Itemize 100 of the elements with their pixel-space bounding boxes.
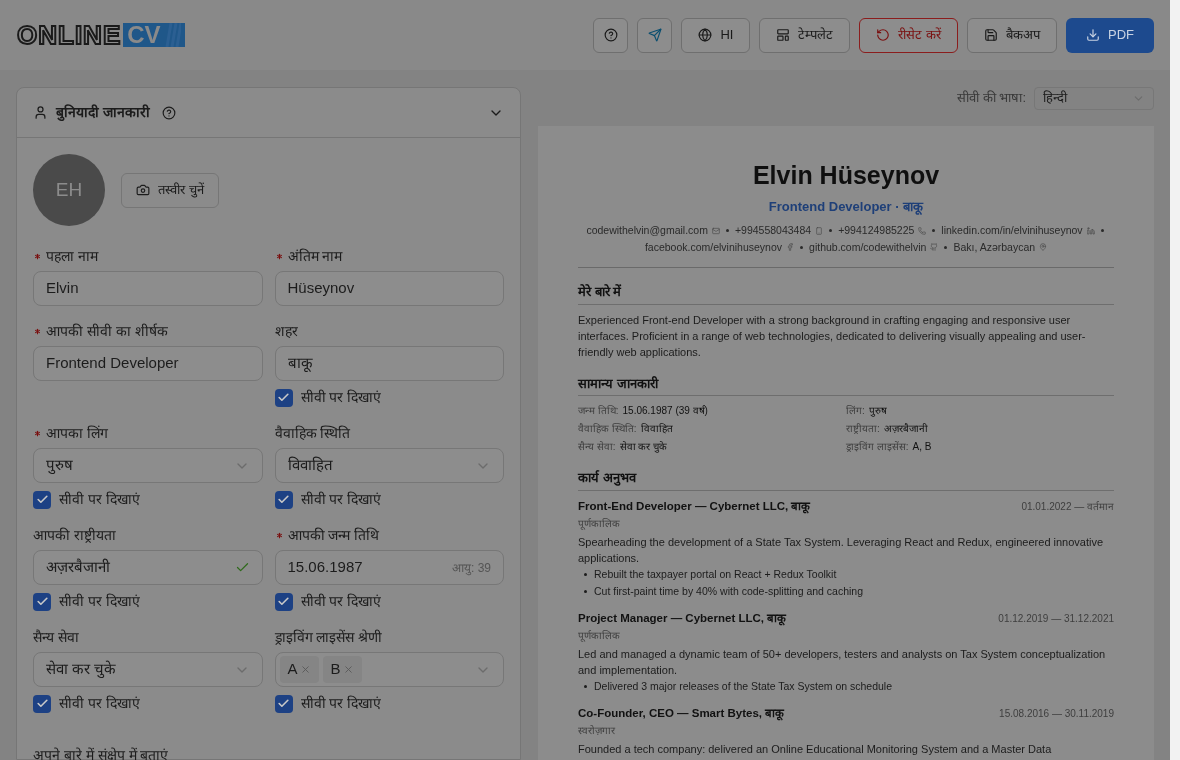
select-field[interactable]: विवाहित (274, 448, 504, 483)
section-heading: मेरे बारे में (578, 282, 1114, 305)
field-label: आपकी सीवी का शीर्षक (46, 321, 168, 341)
field-label: वैवाहिक स्थिति (274, 423, 351, 443)
contact-link[interactable]: github.com/codewithelvin (809, 239, 927, 256)
checkbox-label: सीवी पर दिखाएं (300, 694, 382, 713)
toolbar-button[interactable]: टेम्पलेट (759, 17, 851, 53)
contact-link[interactable]: +994124985225 (838, 222, 915, 239)
info-label: लिंग: (846, 404, 865, 419)
checkbox[interactable] (33, 694, 51, 713)
info-label: सैन्य सेवा: (578, 440, 616, 455)
section-title: बुनियादी जानकारी (56, 103, 150, 123)
checkbox[interactable] (274, 490, 293, 509)
job-bullet: Cut first-paint time by 40% with code-splitting and caching (594, 583, 864, 599)
info-value: विवाहित (640, 422, 673, 437)
linkedin-icon (1086, 226, 1095, 235)
cv-headline: Frontend Developer · बाकू (767, 198, 925, 217)
logo-mark: CV (123, 23, 185, 47)
language-label: सीवी की भाषा: (957, 89, 1026, 108)
checkmark-icon (277, 697, 290, 710)
job-title: Front-End Developer — Cybernet LLC, बाकू (578, 498, 811, 515)
cv-name: Elvin Hüseynov (751, 160, 941, 191)
job-bullet: Rebuilt the taxpayer portal on React + Redux Toolkit (594, 567, 837, 582)
job-type: पूर्णकालिक (578, 628, 621, 643)
section-header[interactable]: बुनियादी जानकारी (17, 88, 520, 138)
tag[interactable]: B (322, 656, 362, 683)
info-label: ड्राइविंग लाइसेंस: (846, 440, 909, 455)
job-dates: 01.01.2022 — वर्तमान (1021, 499, 1114, 514)
field-label: आपकी राष्ट्रीयता (33, 525, 116, 545)
checkbox-label: सीवी पर दिखाएं (300, 490, 382, 509)
select-field[interactable]: अज़रबैजानी (33, 550, 263, 585)
section-heading: सामान्य जानकारी (578, 373, 1114, 397)
choose-photo-button[interactable]: तस्वीर चुनें (121, 172, 219, 208)
checkmark-icon (35, 595, 49, 608)
help-icon[interactable] (161, 105, 176, 120)
select-field[interactable]: सेवा कर चुके (33, 652, 263, 687)
info-value: A, B (912, 440, 932, 455)
multi-select-field[interactable]: A B (274, 652, 504, 687)
field-label: पहला नाम (46, 246, 98, 266)
job-dates: 15.08.2016 — 30.11.2019 (999, 706, 1114, 721)
select-field[interactable]: पुरुष (33, 448, 263, 483)
job-summary: Led and managed a dynamic team of 50+ developers, testers and analysts on Tax System conceptualization and implementation. (578, 646, 1107, 678)
paper-plane-icon (647, 28, 662, 42)
phone-icon (815, 226, 824, 235)
avatar: EH (33, 154, 105, 226)
contact-link[interactable]: codewithelvin@gmail.com (586, 222, 708, 239)
checkmark-icon (277, 391, 290, 404)
tag[interactable]: A (279, 656, 319, 683)
facebook-icon (786, 243, 795, 252)
job-dates: 01.12.2019 — 31.12.2021 (998, 611, 1114, 626)
about-text: Experienced Front-end Developer with a strong background in crafting engaging and responsive user interfaces. Proficient in a range of web technologies, dedicated to delivering visually appealing and user-friendly web applications. (578, 312, 1087, 360)
save-icon (984, 28, 998, 42)
job-type: पूर्णकालिक (578, 517, 621, 531)
field-label: आपका लिंग (46, 423, 108, 443)
checkbox-label: सीवी पर दिखाएं (300, 388, 382, 407)
field-label: ड्राइविंग लाइसेंस श्रेणी (274, 627, 383, 647)
toolbar-button[interactable]: रीसेट करें (859, 17, 958, 53)
language-select[interactable]: हिन्दी (1034, 86, 1154, 110)
contact-link[interactable]: facebook.com/elvinihuseynov (644, 239, 783, 256)
contact-link[interactable]: Bakı, Azərbaycan (953, 239, 1036, 256)
text-field[interactable]: Hüseynov (274, 271, 504, 306)
help-icon (603, 28, 618, 42)
globe-icon (698, 28, 713, 42)
checkmark-icon (277, 595, 290, 608)
github-icon (930, 243, 939, 252)
info-label: जन्म तिथि: (578, 404, 619, 419)
user-icon (33, 105, 48, 120)
checkbox[interactable] (274, 694, 293, 713)
checkbox-label: सीवी पर दिखाएं (59, 490, 140, 509)
contact-link[interactable]: linkedin.com/in/elvinihuseynov (941, 222, 1083, 239)
job-bullet: Delivered 3 major releases of the State Tax System on schedule (594, 678, 893, 694)
text-field[interactable]: Elvin (33, 271, 263, 306)
checkbox[interactable] (274, 388, 293, 407)
call-icon (918, 226, 927, 235)
text-field[interactable]: बाकू (274, 346, 504, 381)
job-summary: Founded a tech company: delivered an Online Educational Monitoring System and a Master Data (578, 741, 1053, 757)
checkbox[interactable] (274, 592, 293, 611)
checkbox-label: सीवी पर दिखाएं (59, 694, 140, 713)
pin-icon (1039, 243, 1048, 252)
job-summary: Spearheading the development of a State Tax System. Leveraging React and Redux, engineered innovative applications. (578, 535, 1105, 566)
info-value: पुरुष (868, 404, 887, 419)
toolbar-button[interactable]: PDF (1066, 17, 1154, 53)
toolbar-button[interactable]: HI (681, 17, 751, 53)
checkmark-icon (35, 697, 49, 710)
checkbox[interactable] (33, 490, 51, 509)
layout-icon (776, 28, 791, 42)
info-label: वैवाहिक स्थिति: (578, 422, 637, 437)
field-label: अंतिम नाम (287, 246, 343, 266)
logo-wordmark: ONLINE (17, 22, 122, 48)
checkbox[interactable] (33, 592, 51, 611)
contact-link[interactable]: +994558043484 (734, 222, 812, 239)
info-value: 15.06.1987 (39 वर्ष) (622, 404, 708, 419)
field-label: शहर (274, 321, 298, 341)
info-value: अज़रबैजानी (883, 422, 928, 437)
toolbar-button[interactable]: बैकअप (967, 17, 1057, 53)
text-field[interactable]: Frontend Developer (33, 346, 263, 381)
help-button[interactable] (593, 17, 629, 53)
download-icon (1086, 28, 1100, 42)
job-type: स्वरोज़गार (578, 723, 616, 738)
reset-icon (876, 28, 891, 42)
